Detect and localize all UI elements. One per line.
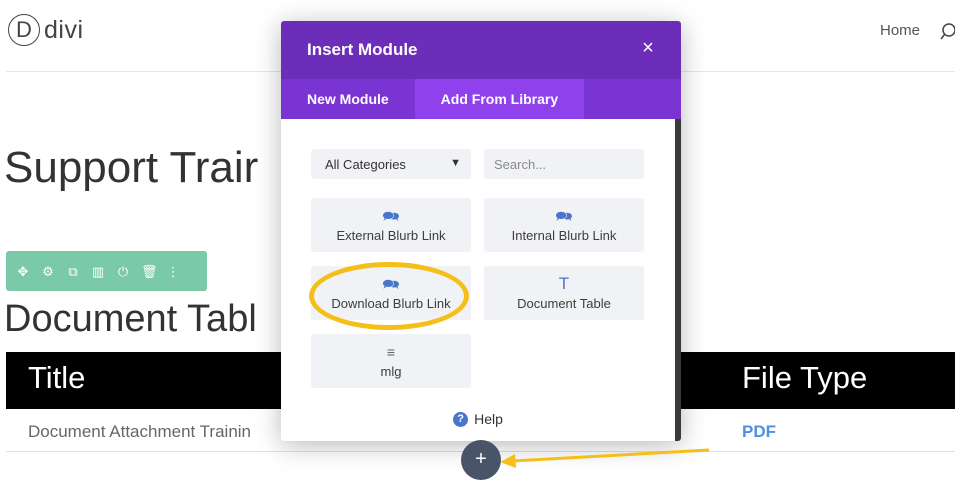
module-download-blurb-link[interactable]: 🗪 Download Blurb Link: [311, 266, 471, 320]
nav-home-link[interactable]: Home: [880, 22, 920, 39]
settings-gear-icon[interactable]: ⚙: [41, 265, 55, 278]
modal-body: All Categories ▼ 🗪 External Blurb Link 🗪…: [281, 119, 681, 441]
columns-icon[interactable]: ▥: [91, 265, 105, 278]
help-icon: ?: [453, 411, 469, 427]
blurb-icon: 🗪: [382, 275, 400, 292]
module-document-table[interactable]: T Document Table: [484, 266, 644, 320]
module-internal-blurb-link[interactable]: 🗪 Internal Blurb Link: [484, 198, 644, 252]
category-select-value: All Categories: [325, 156, 406, 172]
module-mlg[interactable]: ≡ mlg: [311, 334, 471, 388]
search-icon[interactable]: [940, 22, 955, 42]
blurb-icon: 🗪: [382, 207, 400, 224]
site-logo[interactable]: D divi: [8, 14, 84, 46]
category-select[interactable]: All Categories ▼: [311, 149, 471, 179]
chevron-down-icon: ▼: [450, 157, 461, 169]
duplicate-icon[interactable]: ⧉: [66, 265, 80, 278]
tab-new-module[interactable]: New Module: [281, 79, 415, 119]
logo-text: divi: [44, 15, 84, 44]
modal-scrollbar[interactable]: [675, 119, 681, 441]
blurb-icon: 🗪: [555, 207, 573, 224]
module-external-blurb-link[interactable]: 🗪 External Blurb Link: [311, 198, 471, 252]
module-label: Document Table: [517, 295, 611, 311]
module-label: External Blurb Link: [336, 227, 446, 243]
table-cell-title: Document Attachment Trainin: [28, 422, 252, 441]
module-label: Internal Blurb Link: [511, 227, 617, 243]
tab-add-from-library[interactable]: Add From Library: [414, 79, 585, 119]
module-label: Download Blurb Link: [331, 295, 451, 311]
add-module-button[interactable]: +: [461, 440, 501, 480]
trash-icon[interactable]: 🗑: [141, 265, 158, 278]
row-settings-toolbar: ✥ ⚙ ⧉ ▥ ⏻ 🗑 ⋮: [6, 251, 207, 291]
power-icon[interactable]: ⏻: [116, 265, 130, 278]
module-label: mlg: [380, 363, 402, 379]
close-icon[interactable]: ×: [639, 38, 657, 58]
table-cell-file-type-link[interactable]: PDF: [742, 422, 776, 442]
section-title: Document Tabl: [4, 298, 257, 340]
help-link[interactable]: ? Help: [281, 411, 675, 427]
help-label: Help: [474, 411, 503, 427]
more-options-icon[interactable]: ⋮: [166, 265, 180, 278]
insert-module-modal: Insert Module × New Module Add From Libr…: [281, 21, 681, 441]
page-title: Support Trair: [4, 143, 259, 192]
list-icon: ≡: [386, 343, 396, 360]
column-header-file-type: File Type: [742, 360, 868, 395]
modal-tabs: New Module Add From Library: [281, 79, 681, 119]
logo-mark: D: [8, 14, 40, 46]
text-icon: T: [558, 273, 570, 293]
move-icon[interactable]: ✥: [16, 265, 30, 278]
column-header-title: Title: [28, 360, 86, 395]
modal-header: Insert Module: [281, 21, 681, 79]
modal-title: Insert Module: [307, 40, 418, 59]
search-input[interactable]: [484, 149, 644, 179]
